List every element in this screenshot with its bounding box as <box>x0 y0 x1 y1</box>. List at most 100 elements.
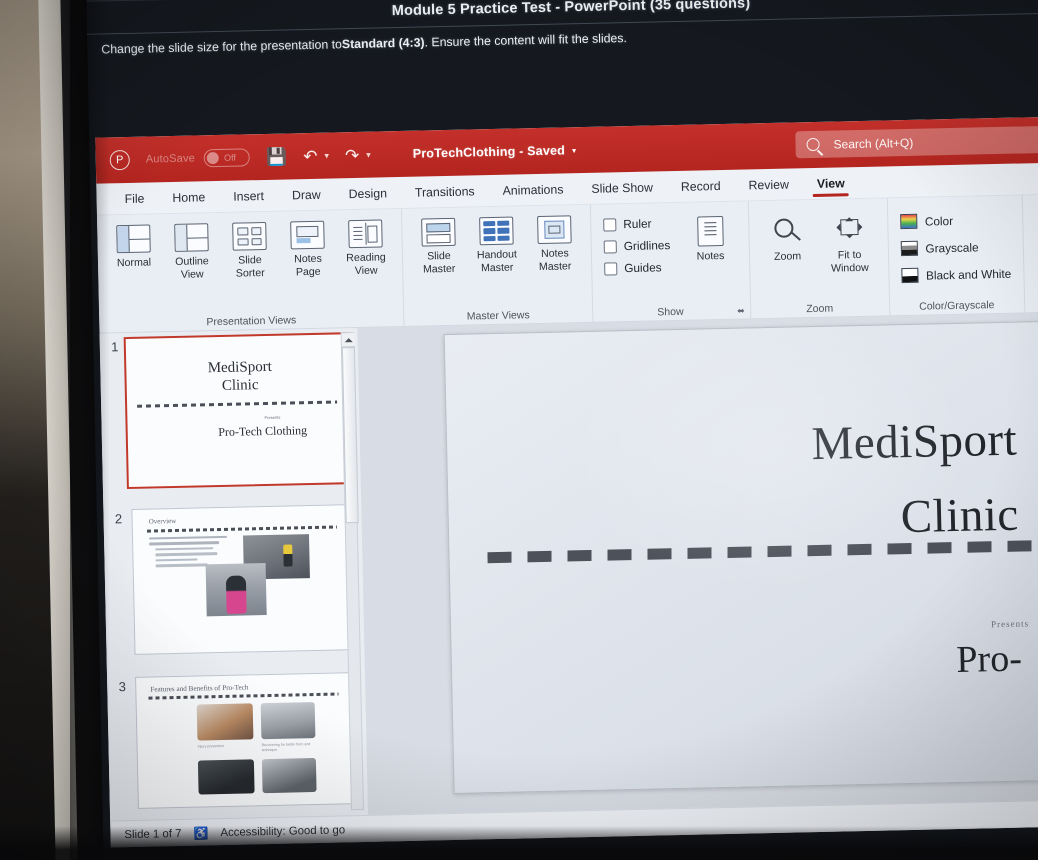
tab-slide-show[interactable]: Slide Show <box>577 171 667 205</box>
zoom-button[interactable]: Zoom <box>759 212 816 264</box>
slide-subtitle-placeholder[interactable]: Pro- <box>481 635 1022 695</box>
notes-button[interactable]: Notes <box>686 208 735 264</box>
group-title-color-grayscale: Color/Grayscale <box>919 299 995 313</box>
group-title-presentation-views: Presentation Views <box>206 314 297 329</box>
qat-more-caret[interactable]: ▾ <box>366 149 371 160</box>
autosave-state: Off <box>223 152 237 163</box>
reading-view-button[interactable]: Reading View <box>337 215 394 277</box>
grayscale-label: Grayscale <box>925 239 979 256</box>
tab-review[interactable]: Review <box>734 168 803 201</box>
search-placeholder: Search (Alt+Q) <box>833 135 914 152</box>
reading-view-label: Reading View <box>346 251 386 277</box>
guides-checkbox[interactable]: Guides <box>604 256 671 279</box>
notes-page-icon <box>290 220 325 250</box>
ribbon-view-tab: Normal Outline View Slide Sorter Notes P… <box>96 194 1038 334</box>
tab-design[interactable]: Design <box>334 177 401 210</box>
slide-thumbnail-2[interactable]: Overview <box>131 504 355 655</box>
autosave-label: AutoSave <box>145 152 196 166</box>
thumb3-title: Features and Benefits of Pro-Tech <box>150 683 249 694</box>
handout-master-label: Handout Master <box>476 248 518 274</box>
grayscale-swatch-icon <box>900 240 918 257</box>
slide-counter[interactable]: Slide 1 of 7 <box>124 827 181 840</box>
thumb2-title: Overview <box>148 516 177 526</box>
new-window-button[interactable]: New Window <box>1033 206 1038 268</box>
tab-draw[interactable]: Draw <box>278 178 335 211</box>
tab-insert[interactable]: Insert <box>219 179 278 212</box>
scroll-up-arrow-icon[interactable] <box>341 333 355 348</box>
scrollbar-thumb[interactable] <box>341 347 359 524</box>
slide-sorter-label: Slide Sorter <box>235 254 265 280</box>
thumbnail-row-3: 3 Features and Benefits of Pro-Tech Inju… <box>113 672 358 809</box>
slide-title-placeholder[interactable]: MediSport Clinic <box>476 403 1019 565</box>
ribbon-group-color-grayscale: Color Grayscale Black and White Color/Gr… <box>887 195 1026 317</box>
tab-home[interactable]: Home <box>158 180 219 213</box>
search-icon <box>806 137 820 152</box>
undo-dropdown-caret[interactable]: ▾ <box>324 150 329 161</box>
slide-master-label: Slide Master <box>422 249 456 276</box>
thumb1-title-line2: Clinic <box>221 377 259 394</box>
thumb1-subtitle: Pro-Tech Clothing <box>218 423 308 440</box>
slide-master-button[interactable]: Slide Master <box>410 214 467 276</box>
accessibility-icon[interactable]: ♿ <box>193 826 208 840</box>
thumb1-title: MediSport Clinic <box>152 357 328 397</box>
undo-icon[interactable]: ↶ <box>303 146 318 165</box>
ruler-checkbox[interactable]: Ruler <box>603 212 670 235</box>
slide-thumbnail-1[interactable]: MediSport Clinic Presents Pro-Tech Cloth… <box>123 332 353 490</box>
handout-master-icon <box>479 216 514 246</box>
notes-master-icon <box>537 215 572 245</box>
thumb1-divider <box>137 400 338 408</box>
notes-master-label: Notes Master <box>538 247 572 273</box>
document-title-caret[interactable]: ▾ <box>572 146 576 155</box>
grayscale-option[interactable]: Grayscale <box>900 234 979 261</box>
outline-view-button[interactable]: Outline View <box>163 219 220 281</box>
instruction-text-part2: . Ensure the content will fit the slides… <box>424 31 628 50</box>
redo-icon[interactable]: ↷ <box>345 145 360 164</box>
color-label: Color <box>924 213 954 229</box>
ruler-label: Ruler <box>623 216 652 232</box>
notes-page-button[interactable]: Notes Page <box>279 216 336 278</box>
fit-to-window-label: Fit to Window <box>830 248 869 275</box>
gridlines-checkbox[interactable]: Gridlines <box>603 234 671 257</box>
normal-view-icon <box>116 224 151 254</box>
autosave-knob <box>206 151 220 165</box>
tab-transitions[interactable]: Transitions <box>401 175 489 209</box>
save-icon[interactable]: 💾 <box>266 147 288 166</box>
ruler-checkbox-box <box>603 217 617 232</box>
thumb3-caption-1: Injury prevention <box>197 743 225 749</box>
tab-record[interactable]: Record <box>667 169 735 202</box>
slide-sorter-button[interactable]: Slide Sorter <box>221 218 278 280</box>
notes-page-label: Notes Page <box>293 252 322 278</box>
show-dialog-launcher[interactable]: ⬌ <box>737 306 745 317</box>
outline-view-label: Outline View <box>175 255 209 281</box>
group-title-show: Show <box>657 305 684 319</box>
slide-thumbnail-3[interactable]: Features and Benefits of Pro-Tech Injury… <box>135 672 358 809</box>
autosave-toggle[interactable]: Off <box>203 148 251 168</box>
thumb3-caption-2: Recovering for better form and technique <box>261 742 311 752</box>
black-and-white-option[interactable]: Black and White <box>900 261 1012 288</box>
thumb3-image-1 <box>196 703 254 741</box>
powerpoint-app-icon[interactable]: P <box>109 149 130 171</box>
powerpoint-window: P AutoSave Off 💾 ↶ ▾ ↷ ▾ ProTechClothing… <box>95 116 1038 848</box>
tab-file[interactable]: File <box>110 182 159 215</box>
notes-master-button[interactable]: Notes Master <box>526 211 583 273</box>
accessibility-status[interactable]: Accessibility: Good to go <box>220 824 345 839</box>
fit-to-window-icon <box>831 213 867 246</box>
fit-to-window-button[interactable]: Fit to Window <box>821 211 878 275</box>
group-title-master-views: Master Views <box>466 309 530 323</box>
normal-view-button[interactable]: Normal <box>105 220 162 270</box>
search-input[interactable]: Search (Alt+Q) <box>795 122 1038 159</box>
thumb3-image-2 <box>260 702 316 740</box>
ribbon-group-zoom: Zoom Fit to Window Zoom <box>748 198 890 320</box>
workspace: 1 MediSport Clinic Presents Pro-Tech Clo… <box>99 312 1038 821</box>
slide-title-line1: MediSport <box>810 413 1018 471</box>
slide-sorter-icon <box>232 221 267 251</box>
zoom-magnifier-icon <box>770 216 805 247</box>
handout-master-button[interactable]: Handout Master <box>468 212 525 274</box>
thumb2-image-athlete <box>205 563 267 617</box>
current-slide-editor[interactable]: MediSport Clinic Presents Pro- <box>443 320 1038 794</box>
color-option[interactable]: Color <box>899 208 954 234</box>
tab-view[interactable]: View <box>803 167 859 200</box>
thumb3-image-4 <box>261 757 317 794</box>
tab-animations[interactable]: Animations <box>488 173 578 207</box>
normal-view-label: Normal <box>116 256 152 270</box>
